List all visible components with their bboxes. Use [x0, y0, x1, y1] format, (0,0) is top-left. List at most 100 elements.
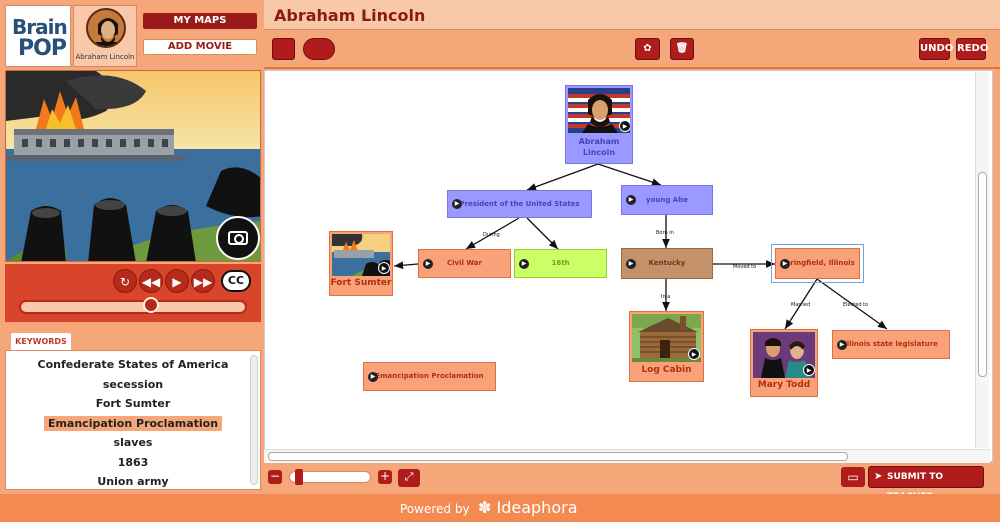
node-young-abe[interactable]: ▶ young Abe: [621, 185, 713, 215]
play-icon[interactable]: ▶: [165, 269, 189, 293]
node-label: Abraham Lincoln: [578, 137, 620, 157]
concept-map-canvas[interactable]: During Born in Moved to In a Married Ele…: [264, 70, 993, 462]
color-palette-icon[interactable]: ✿: [635, 38, 660, 60]
submit-to-teacher-button[interactable]: ➤ SUBMIT TO TEACHER: [868, 466, 984, 502]
video-player[interactable]: [5, 70, 261, 262]
send-icon: ➤: [874, 471, 883, 482]
vertical-scroll-thumb[interactable]: [978, 172, 987, 377]
trash-icon[interactable]: 🗑: [670, 38, 694, 60]
node-president[interactable]: ▶ President of the United States: [447, 190, 592, 218]
canvas-horizontal-scrollbar[interactable]: [264, 449, 990, 463]
node-mary-todd[interactable]: ▶ Mary Todd: [750, 329, 818, 397]
bottom-bar: − + ⤢ ▭ ➤ SUBMIT TO TEACHER: [264, 463, 1000, 502]
play-icon[interactable]: ▶: [519, 258, 529, 269]
edge-label-born-in: Born in: [656, 230, 674, 236]
keyword-item[interactable]: secession: [6, 375, 260, 395]
left-panel: Brain POP Abraham Lincoln MY MAPS ADD MO…: [0, 0, 264, 494]
play-icon[interactable]: ▶: [452, 199, 462, 209]
print-icon[interactable]: ▭: [841, 467, 865, 487]
node-emancipation-proclamation[interactable]: ▶ Emancipation Proclamation: [363, 362, 496, 391]
lincoln-portrait-thumbnail: ▶: [568, 88, 630, 133]
camera-icon[interactable]: [216, 216, 260, 260]
logo-pop-text: POP: [18, 36, 67, 61]
node-label: Illinois state legislature: [844, 340, 938, 348]
node-civil-war[interactable]: ▶ Civil War: [418, 249, 511, 278]
node-label: Fort Sumter: [330, 278, 392, 288]
closed-captions-button[interactable]: CC: [221, 270, 251, 292]
rewind-icon[interactable]: ◀◀: [139, 269, 163, 293]
video-controls: ↻ ◀◀ ▶ ▶▶ CC: [5, 264, 261, 322]
canvas-vertical-scrollbar[interactable]: [975, 72, 989, 448]
log-cabin-thumbnail: ▶: [632, 314, 701, 362]
keyword-label: Union army: [97, 475, 169, 488]
play-icon[interactable]: ▶: [837, 339, 847, 350]
keyword-item[interactable]: Confederate States of America: [6, 355, 260, 375]
keyword-item[interactable]: slaves: [6, 433, 260, 453]
node-log-cabin[interactable]: ▶ Log Cabin: [629, 311, 704, 382]
keyword-item[interactable]: Union army: [6, 472, 260, 492]
play-icon[interactable]: ▶: [368, 371, 378, 382]
brand-text: Ideaphora: [496, 498, 578, 517]
undo-button[interactable]: UNDO: [919, 38, 953, 60]
tab-keywords[interactable]: KEYWORDS: [11, 333, 71, 351]
node-label: President of the United States: [459, 200, 580, 208]
node-kentucky[interactable]: ▶ Kentucky: [621, 248, 713, 279]
edge-label-moved-to: Moved to: [733, 264, 756, 270]
ellipse-shape-button[interactable]: [303, 38, 335, 60]
node-label: Emancipation Proclamation: [375, 372, 484, 380]
keyword-label: secession: [102, 377, 164, 391]
play-icon[interactable]: ▶: [626, 195, 636, 205]
play-icon[interactable]: ▶: [626, 258, 636, 269]
edge-label-during: During: [483, 232, 500, 238]
avatar: Abraham Lincoln: [73, 5, 137, 67]
fast-forward-icon[interactable]: ▶▶: [191, 269, 215, 293]
play-icon[interactable]: ▶: [619, 120, 630, 132]
node-16th[interactable]: ▶ 16th: [514, 249, 607, 278]
brainpop-logo[interactable]: Brain POP: [5, 5, 71, 67]
redo-button[interactable]: REDO: [956, 38, 988, 60]
keyword-item[interactable]: Fort Sumter: [6, 394, 260, 414]
keywords-panel: Confederate States of America secession Fo…: [5, 350, 261, 490]
lincoln-portrait-icon: [86, 8, 126, 48]
title-bar: Abraham Lincoln: [264, 0, 1000, 30]
edge-label-married: Married: [791, 302, 810, 308]
avatar-name: Abraham Lincoln: [75, 53, 135, 61]
node-label: Mary Todd: [757, 380, 811, 390]
page-title[interactable]: Abraham Lincoln: [274, 6, 425, 25]
node-illinois-legislature[interactable]: ▶ Illinois state legislature: [832, 330, 950, 359]
rectangle-shape-button[interactable]: [272, 38, 295, 60]
zoom-out-button[interactable]: −: [268, 470, 282, 484]
keyword-label: 1863: [117, 455, 149, 469]
play-icon[interactable]: ▶: [378, 262, 390, 274]
add-movie-button[interactable]: ADD MOVIE: [143, 39, 257, 55]
zoom-knob[interactable]: [295, 469, 303, 485]
fit-screen-icon[interactable]: ⤢: [398, 469, 420, 487]
keyword-label: Confederate States of America: [37, 358, 229, 371]
mary-todd-thumbnail: ▶: [753, 332, 815, 378]
my-maps-button[interactable]: MY MAPS: [143, 13, 257, 29]
play-icon[interactable]: ▶: [780, 258, 790, 269]
play-icon[interactable]: ▶: [423, 258, 433, 269]
keywords-scrollbar[interactable]: [250, 355, 258, 485]
node-springfield[interactable]: ▶ Springfield, Illinois: [771, 244, 864, 283]
keyword-label: slaves: [113, 436, 153, 449]
map-toolbar: ✿ 🗑 UNDO REDO: [264, 31, 1000, 69]
zoom-in-button[interactable]: +: [378, 470, 392, 484]
replay-icon[interactable]: ↻: [113, 269, 137, 293]
node-abraham-lincoln[interactable]: ▶ Abraham Lincoln: [565, 85, 633, 164]
video-scrubber[interactable]: [19, 300, 247, 314]
edge-label-elected-to: Elected to: [843, 302, 868, 308]
horizontal-scroll-thumb[interactable]: [268, 452, 848, 461]
keyword-item[interactable]: Emancipation Proclamation: [6, 414, 260, 434]
ideaphora-logo[interactable]: ✽ Ideaphora: [478, 498, 578, 517]
fort-sumter-thumbnail: ▶: [332, 234, 390, 276]
scrubber-knob[interactable]: [143, 297, 159, 313]
node-fort-sumter[interactable]: ▶ Fort Sumter: [329, 231, 393, 296]
edge-label-in-a: In a: [661, 294, 670, 300]
play-icon[interactable]: ▶: [803, 364, 815, 376]
play-icon[interactable]: ▶: [688, 348, 700, 360]
ideaphora-flower-icon: ✽: [478, 498, 492, 517]
keyword-item[interactable]: 1863: [6, 453, 260, 473]
keywords-list: Confederate States of America secession Fo…: [6, 351, 260, 492]
keyword-label: Fort Sumter: [95, 397, 171, 410]
